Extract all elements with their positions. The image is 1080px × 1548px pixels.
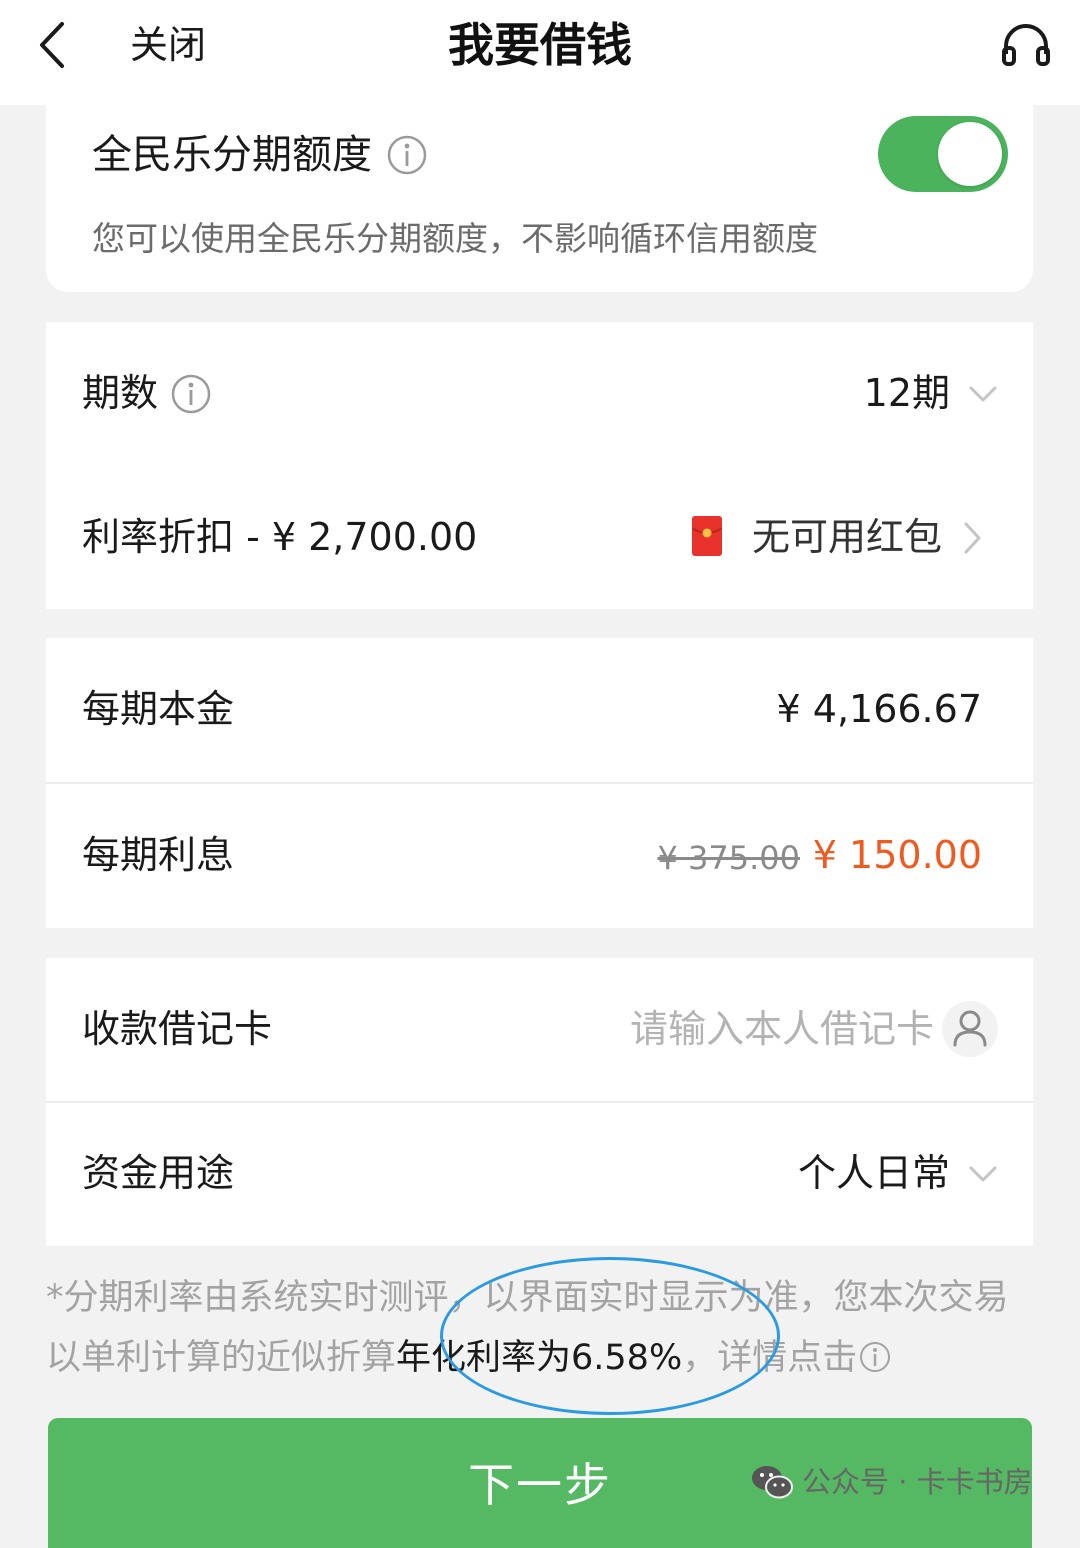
info-icon[interactable] bbox=[387, 135, 427, 175]
discount-label: 利率折扣 - ¥ 2,700.00 bbox=[82, 515, 478, 559]
quota-toggle[interactable] bbox=[878, 116, 1008, 192]
term-label: 期数 bbox=[82, 371, 159, 415]
quota-description: 您可以使用全民乐分期额度，不影响循环信用额度 bbox=[92, 219, 818, 258]
purpose-label: 资金用途 bbox=[82, 1151, 235, 1195]
purpose-value[interactable]: 个人日常 bbox=[700, 1148, 950, 1198]
person-icon bbox=[953, 1010, 987, 1047]
info-icon[interactable] bbox=[859, 1341, 891, 1373]
quota-title: 全民乐分期额度 bbox=[92, 132, 372, 178]
page-title: 我要借钱 bbox=[448, 18, 632, 72]
wechat-icon bbox=[752, 1466, 793, 1499]
bank-card-input[interactable]: 请输入本人借记卡 bbox=[560, 1004, 934, 1054]
chevron-down-icon[interactable] bbox=[968, 384, 998, 404]
divider bbox=[46, 782, 1033, 784]
headset-icon[interactable] bbox=[1000, 20, 1052, 68]
watermark-text: 公众号 · 卡卡书房 bbox=[802, 1465, 1033, 1499]
principal-label: 每期本金 bbox=[82, 687, 235, 731]
term-card bbox=[46, 322, 1033, 609]
toggle-knob bbox=[938, 122, 1002, 186]
chevron-left-icon[interactable] bbox=[30, 18, 74, 72]
watermark: 公众号 · 卡卡书房 bbox=[750, 1460, 1033, 1504]
chevron-down-icon[interactable] bbox=[968, 1164, 998, 1184]
info-icon[interactable] bbox=[171, 374, 211, 414]
bank-card-label: 收款借记卡 bbox=[82, 1007, 273, 1051]
highlight-circle bbox=[440, 1257, 780, 1415]
coupon-label[interactable]: 无可用红包 bbox=[730, 512, 942, 562]
avatar[interactable] bbox=[942, 1001, 998, 1057]
term-value[interactable]: 12期 bbox=[700, 368, 950, 418]
divider bbox=[46, 1101, 1033, 1103]
interest-label: 每期利息 bbox=[82, 833, 235, 877]
close-button[interactable]: 关闭 bbox=[130, 20, 206, 70]
chevron-right-icon[interactable] bbox=[962, 521, 982, 555]
red-envelope-icon bbox=[692, 516, 722, 556]
principal-value: ¥ 4,166.67 bbox=[776, 687, 982, 731]
discounted-interest: ¥ 150.00 bbox=[812, 833, 982, 877]
original-interest: ¥ 375.00 bbox=[657, 839, 801, 877]
